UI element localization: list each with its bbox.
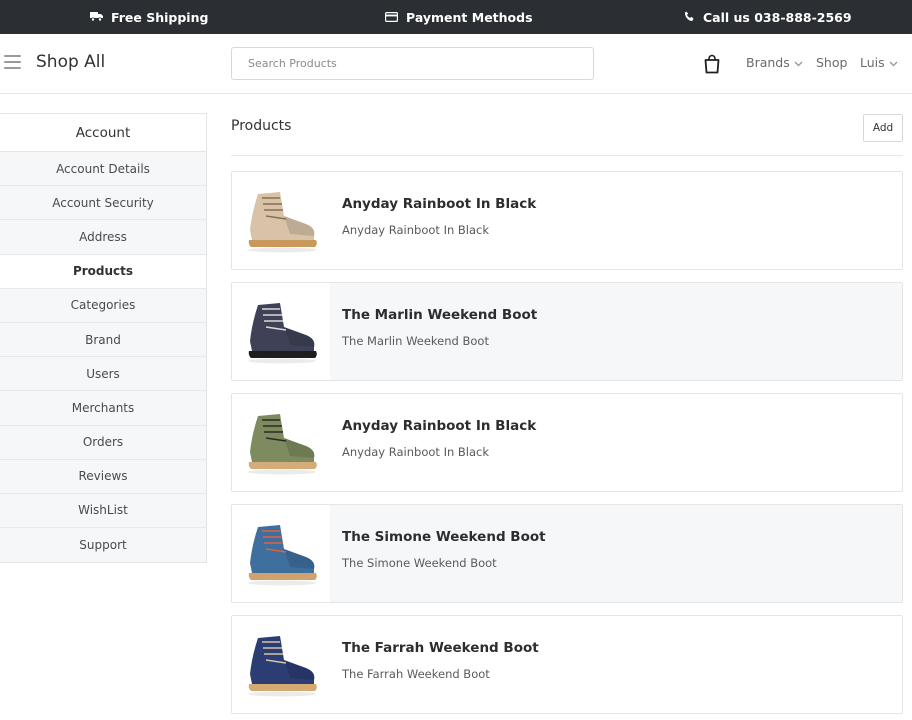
sidebar-item-merchants[interactable]: Merchants bbox=[0, 391, 206, 426]
product-name[interactable]: The Simone Weekend Boot bbox=[342, 529, 546, 545]
user-dropdown[interactable]: Luis bbox=[860, 55, 898, 70]
product-name[interactable]: The Farrah Weekend Boot bbox=[342, 640, 539, 656]
shopping-bag-icon[interactable] bbox=[704, 54, 720, 74]
brands-dropdown[interactable]: Brands bbox=[746, 55, 803, 70]
sidebar-item-address[interactable]: Address bbox=[0, 220, 206, 255]
add-product-button[interactable]: Add bbox=[863, 114, 903, 142]
free-shipping-label: Free Shipping bbox=[111, 9, 209, 25]
truck-icon bbox=[90, 10, 103, 25]
product-image[interactable] bbox=[232, 172, 330, 269]
shop-link[interactable]: Shop bbox=[816, 55, 847, 70]
sidebar-item-reviews[interactable]: Reviews bbox=[0, 459, 206, 494]
product-subtitle: Anyday Rainboot In Black bbox=[342, 445, 490, 459]
product-name[interactable]: The Marlin Weekend Boot bbox=[342, 307, 537, 323]
sidebar-title: Account bbox=[0, 114, 206, 152]
product-list: Anyday Rainboot In Black Anyday Rainboot … bbox=[231, 171, 903, 720]
product-card[interactable]: Anyday Rainboot In Black Anyday Rainboot … bbox=[231, 171, 903, 270]
product-subtitle: The Marlin Weekend Boot bbox=[342, 334, 489, 348]
product-subtitle: The Farrah Weekend Boot bbox=[342, 667, 490, 681]
account-sidebar: Account Account Details Account Security A… bbox=[0, 113, 207, 564]
product-image[interactable] bbox=[232, 616, 330, 713]
product-card[interactable]: The Farrah Weekend Boot The Farrah Weeken… bbox=[231, 615, 903, 714]
shop-all-link[interactable]: Shop All bbox=[36, 52, 105, 72]
phone-notice: Call us 038-888-2569 bbox=[684, 0, 852, 34]
product-card[interactable]: The Simone Weekend Boot The Simone Weeken… bbox=[231, 504, 903, 603]
product-subtitle: Anyday Rainboot In Black bbox=[342, 223, 490, 237]
page-title: Products bbox=[231, 118, 292, 134]
product-image[interactable] bbox=[232, 283, 330, 380]
product-card[interactable]: Anyday Rainboot In Black Anyday Rainboot … bbox=[231, 393, 903, 492]
payment-methods-notice: Payment Methods bbox=[385, 0, 533, 34]
sidebar-item-brand[interactable]: Brand bbox=[0, 322, 206, 358]
sidebar-item-orders[interactable]: Orders bbox=[0, 425, 206, 460]
sidebar-item-wishlist[interactable]: WishList bbox=[0, 493, 206, 529]
divider bbox=[231, 155, 903, 156]
sidebar-item-account-security[interactable]: Account Security bbox=[0, 186, 206, 221]
sidebar-item-products[interactable]: Products bbox=[0, 254, 206, 289]
sidebar-item-account-details[interactable]: Account Details bbox=[0, 152, 206, 187]
product-subtitle: The Simone Weekend Boot bbox=[342, 556, 497, 570]
payment-methods-label: Payment Methods bbox=[406, 9, 533, 25]
product-card[interactable]: The Marlin Weekend Boot The Marlin Weeken… bbox=[231, 282, 903, 381]
product-name[interactable]: Anyday Rainboot In Black bbox=[342, 196, 536, 212]
site-header: Shop All Brands Shop Luis bbox=[0, 34, 912, 94]
sidebar-item-support[interactable]: Support bbox=[0, 528, 206, 563]
sidebar-item-categories[interactable]: Categories bbox=[0, 288, 206, 323]
credit-card-icon bbox=[385, 10, 399, 25]
product-image[interactable] bbox=[232, 505, 330, 602]
sidebar-item-users[interactable]: Users bbox=[0, 357, 206, 392]
menu-icon[interactable] bbox=[4, 55, 21, 71]
user-name-label: Luis bbox=[860, 55, 885, 70]
brands-label: Brands bbox=[746, 55, 790, 70]
free-shipping-notice: Free Shipping bbox=[90, 0, 208, 34]
chevron-down-icon bbox=[794, 55, 803, 70]
phone-label: Call us 038-888-2569 bbox=[703, 9, 852, 25]
search-input[interactable] bbox=[231, 47, 594, 80]
top-info-bar: Free Shipping Payment Methods Call us 03… bbox=[0, 0, 912, 34]
product-image[interactable] bbox=[232, 394, 330, 491]
chevron-down-icon bbox=[889, 55, 898, 70]
phone-icon bbox=[684, 10, 695, 25]
product-name[interactable]: Anyday Rainboot In Black bbox=[342, 418, 536, 434]
